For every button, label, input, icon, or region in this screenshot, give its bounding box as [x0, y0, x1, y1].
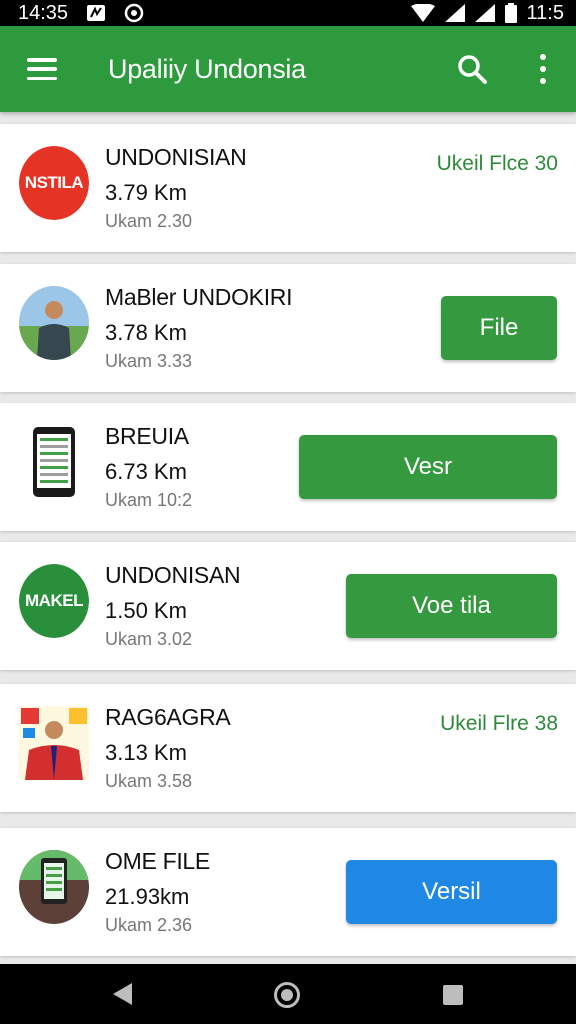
phone-icon: [19, 425, 89, 499]
item-distance: 3.78 Km: [105, 320, 187, 345]
item-distance: 21.93km: [105, 884, 190, 909]
file-button[interactable]: File: [441, 296, 557, 360]
item-time: Ukam 2.30: [105, 211, 193, 231]
app-bar: Upaliiy Undonsia: [0, 26, 576, 112]
item-name: RAG6AGRA: [105, 704, 231, 730]
item-distance: 3.13 Km: [105, 740, 187, 765]
more-options-icon[interactable]: [536, 54, 550, 84]
list-item[interactable]: MAKEL UNDONISAN 1.50 Km Ukam 3.02 Voe ti…: [0, 542, 576, 670]
signal-icon: [444, 4, 465, 22]
signal-2-icon: [474, 4, 495, 22]
battery-icon: [504, 3, 517, 23]
notification-icon: [87, 5, 106, 21]
list-item[interactable]: MaBler UNDOKIRI 3.78 Km Ukam 3.33 File: [0, 264, 576, 392]
list-item[interactable]: BREUIA 6.73 Km Ukam 10:2 Vesr: [0, 403, 576, 531]
view-button[interactable]: Vesr: [299, 435, 557, 499]
home-icon[interactable]: [274, 982, 300, 1008]
search-icon[interactable]: [456, 53, 488, 85]
item-name: UNDONISIAN: [105, 144, 247, 170]
item-link[interactable]: Ukeil Flre 38: [440, 712, 558, 736]
item-name: BREUIA: [105, 423, 189, 449]
brand-logo: NSTILA: [19, 146, 89, 220]
item-distance: 1.50 Km: [105, 598, 187, 623]
status-battery-time: 11:5: [526, 1, 564, 24]
brand-logo: MAKEL: [19, 564, 89, 638]
item-distance: 3.79 Km: [105, 180, 187, 205]
app-thumbnail: [19, 850, 89, 924]
avatar: [19, 286, 89, 360]
version-button[interactable]: Versil: [346, 860, 557, 924]
poster-image: [19, 706, 89, 780]
item-link[interactable]: Ukeil Flce 30: [437, 152, 558, 176]
list-item[interactable]: OME FILE 21.93km Ukam 2.36 Versil: [0, 828, 576, 956]
item-name: OME FILE: [105, 848, 210, 874]
status-bar: 14:35 11:5: [0, 0, 576, 26]
item-time: Ukam 10:2: [105, 490, 193, 510]
item-name: MaBler UNDOKIRI: [105, 284, 293, 310]
system-nav-bar: [0, 964, 576, 1024]
action-button[interactable]: Voe tila: [346, 574, 557, 638]
status-time: 14:35: [18, 1, 69, 24]
item-time: Ukam 3.33: [105, 351, 193, 371]
list-item[interactable]: NSTILA UNDONISIAN 3.79 Km Ukam 2.30 Ukei…: [0, 124, 576, 252]
item-time: Ukam 3.58: [105, 771, 193, 791]
logo-text: NSTILA: [19, 146, 89, 220]
list-item[interactable]: RAG6AGRA 3.13 Km Ukam 3.58 Ukeil Flre 38: [0, 684, 576, 812]
recents-icon[interactable]: [443, 985, 463, 1005]
wifi-icon: [410, 4, 435, 22]
logo-text: MAKEL: [19, 564, 89, 638]
back-icon[interactable]: [113, 983, 132, 1005]
sync-icon: [124, 3, 144, 23]
app-title: Upaliiy Undonsia: [108, 53, 306, 84]
item-name: UNDONISAN: [105, 562, 241, 588]
hamburger-menu-icon[interactable]: [27, 58, 57, 80]
item-distance: 6.73 Km: [105, 459, 187, 484]
item-time: Ukam 2.36: [105, 915, 193, 935]
item-time: Ukam 3.02: [105, 629, 193, 649]
